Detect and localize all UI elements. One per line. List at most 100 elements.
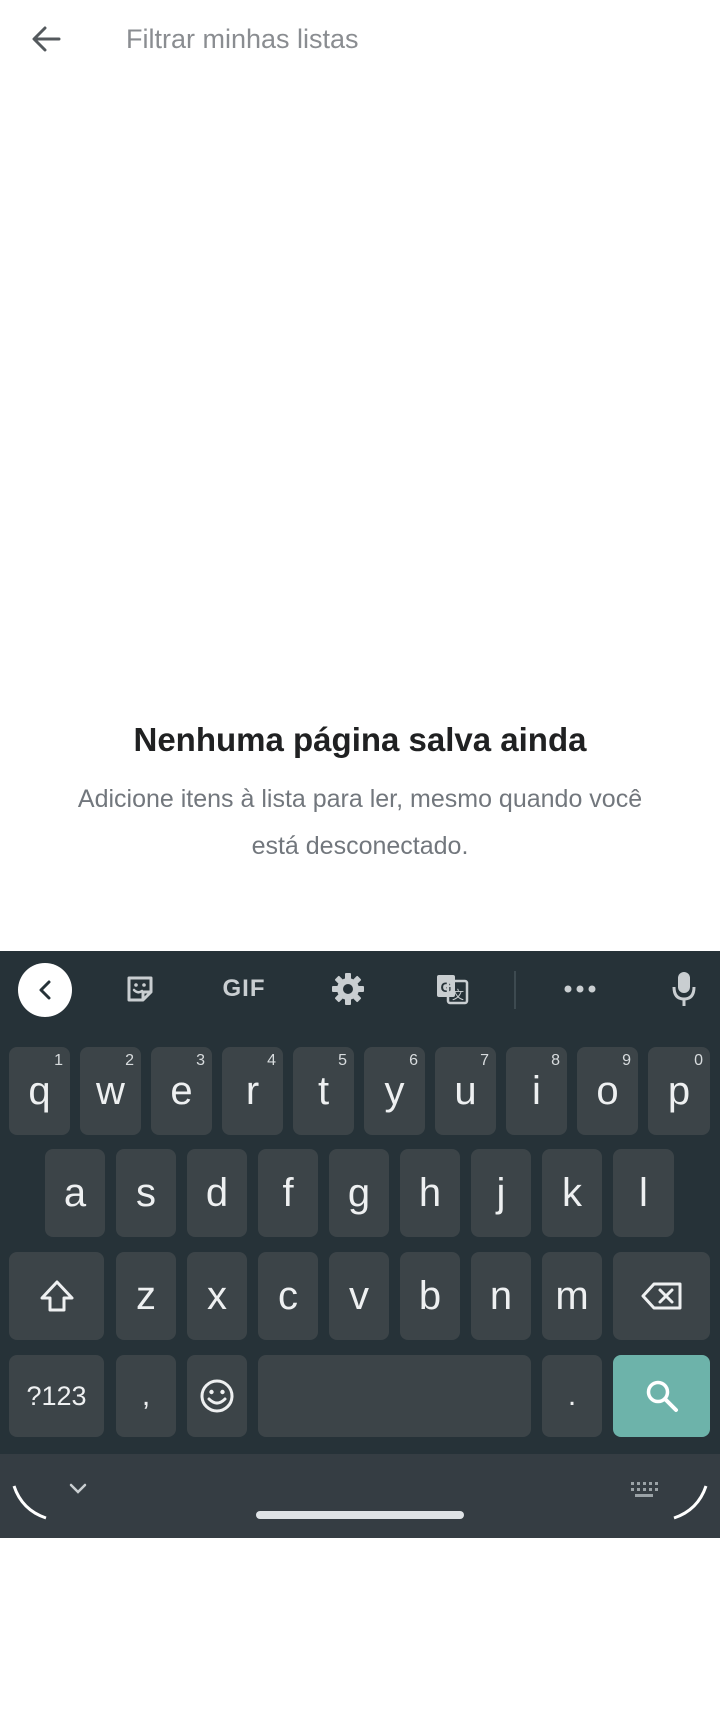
key-e[interactable]: e3 xyxy=(151,1047,212,1135)
shift-key[interactable] xyxy=(9,1252,104,1340)
key-h[interactable]: h xyxy=(400,1149,460,1237)
key-label: h xyxy=(418,1170,442,1215)
key-hint: 7 xyxy=(480,1052,489,1069)
emoji-key[interactable] xyxy=(187,1355,247,1437)
key-d[interactable]: d xyxy=(187,1149,247,1237)
empty-state-title: Nenhuma página salva ainda xyxy=(133,721,587,758)
key-label: q xyxy=(28,1068,51,1113)
key-b[interactable]: b xyxy=(400,1252,460,1340)
key-f[interactable]: f xyxy=(258,1149,318,1237)
key-label: k xyxy=(562,1170,582,1215)
key-label: p xyxy=(667,1068,691,1113)
hide-keyboard-button[interactable] xyxy=(62,1476,94,1502)
key-label: r xyxy=(245,1068,260,1113)
key-o[interactable]: o9 xyxy=(577,1047,638,1135)
key-label: w xyxy=(96,1068,125,1113)
key-label: g xyxy=(347,1170,371,1215)
translate-button[interactable]: G 文 xyxy=(424,961,480,1017)
key-label: o xyxy=(596,1068,619,1113)
key-a[interactable]: a xyxy=(45,1149,105,1237)
key-n[interactable]: n xyxy=(471,1252,531,1340)
key-c[interactable]: c xyxy=(258,1252,318,1340)
key-hint: 5 xyxy=(338,1052,347,1069)
app-screen: Nenhuma página salva ainda Adicione iten… xyxy=(0,0,720,1712)
arrow-back-icon xyxy=(32,26,61,52)
svg-text:文: 文 xyxy=(452,987,464,1002)
key-hint: 0 xyxy=(694,1052,703,1069)
key-s[interactable]: s xyxy=(116,1149,176,1237)
key-label: s xyxy=(136,1170,156,1215)
key-label: f xyxy=(282,1170,294,1215)
system-navigation-bar xyxy=(0,1454,720,1538)
key-x[interactable]: x xyxy=(187,1252,247,1340)
right-curve-decoration xyxy=(673,1485,708,1520)
key-label: u xyxy=(454,1068,477,1113)
key-r[interactable]: r4 xyxy=(222,1047,283,1135)
keyboard-icon xyxy=(631,1482,658,1497)
key-q[interactable]: q1 xyxy=(9,1047,70,1135)
key-i[interactable]: i8 xyxy=(506,1047,567,1135)
on-screen-keyboard: GIF G 文 q 1 w 2 e 3 r 4 t 5 y 6 u 7 i 8 … xyxy=(0,951,720,1454)
key-label: ?123 xyxy=(26,1380,87,1411)
chevron-left-icon xyxy=(39,980,51,1000)
key-label: a xyxy=(63,1170,87,1215)
translate-icon: G 文 xyxy=(437,975,469,1005)
key-l[interactable]: l xyxy=(613,1149,674,1237)
search-toolbar xyxy=(0,0,720,78)
key-hint: 8 xyxy=(551,1052,560,1069)
key-hint: 3 xyxy=(196,1052,205,1069)
symbols-key[interactable]: ?123 xyxy=(9,1355,104,1437)
key-label: j xyxy=(496,1170,506,1215)
shift-icon xyxy=(40,1280,73,1312)
settings-button[interactable] xyxy=(320,961,376,1017)
key-w[interactable]: w2 xyxy=(80,1047,141,1135)
gif-button[interactable]: GIF xyxy=(214,961,274,1017)
gear-icon xyxy=(332,973,364,1005)
collapse-button[interactable] xyxy=(18,963,72,1017)
key-label: x xyxy=(207,1273,227,1318)
key-p[interactable]: p0 xyxy=(648,1047,710,1135)
key-t[interactable]: t5 xyxy=(293,1047,354,1135)
spacebar-key[interactable] xyxy=(258,1355,531,1437)
key-label: i xyxy=(532,1068,541,1113)
search-action-key[interactable] xyxy=(613,1355,710,1437)
empty-state-description: Adicione itens à lista para ler, mesmo q… xyxy=(77,785,643,860)
switch-keyboard-button[interactable] xyxy=(626,1476,662,1502)
chevron-down-icon xyxy=(69,1483,87,1494)
key-label: y xyxy=(384,1068,405,1113)
keyboard-toolbar: GIF G 文 xyxy=(0,951,720,1027)
key-label: b xyxy=(418,1273,442,1318)
key-label: n xyxy=(489,1273,513,1318)
key-label: t xyxy=(317,1068,330,1113)
key-j[interactable]: j xyxy=(471,1149,531,1237)
key-v[interactable]: v xyxy=(329,1252,389,1340)
toolbar-divider xyxy=(514,971,516,1009)
key-hint: 4 xyxy=(267,1052,276,1069)
period-key[interactable]: . xyxy=(542,1355,602,1437)
key-m[interactable]: m xyxy=(542,1252,602,1340)
key-u[interactable]: u7 xyxy=(435,1047,496,1135)
key-label: m xyxy=(555,1273,589,1318)
key-label: , xyxy=(141,1379,151,1412)
sticker-button[interactable] xyxy=(112,961,168,1017)
empty-state: Nenhuma página salva ainda Adicione iten… xyxy=(0,710,720,870)
backspace-key[interactable] xyxy=(613,1252,710,1340)
comma-key[interactable]: , xyxy=(116,1355,176,1437)
key-label: d xyxy=(205,1170,229,1215)
key-label: z xyxy=(136,1273,156,1318)
key-hint: 1 xyxy=(54,1052,63,1069)
key-g[interactable]: g xyxy=(329,1149,389,1237)
key-z[interactable]: z xyxy=(116,1252,176,1340)
voice-input-button[interactable] xyxy=(656,961,712,1017)
back-button[interactable] xyxy=(20,18,72,60)
smiley-icon xyxy=(200,1379,234,1413)
home-handle[interactable] xyxy=(256,1511,464,1519)
key-hint: 6 xyxy=(409,1052,418,1069)
search-input[interactable] xyxy=(126,18,686,60)
more-button[interactable] xyxy=(552,961,608,1017)
key-label: e xyxy=(170,1068,193,1113)
key-y[interactable]: y6 xyxy=(364,1047,425,1135)
key-k[interactable]: k xyxy=(542,1149,602,1237)
left-curve-decoration xyxy=(12,1485,47,1520)
key-label: c xyxy=(278,1273,298,1318)
